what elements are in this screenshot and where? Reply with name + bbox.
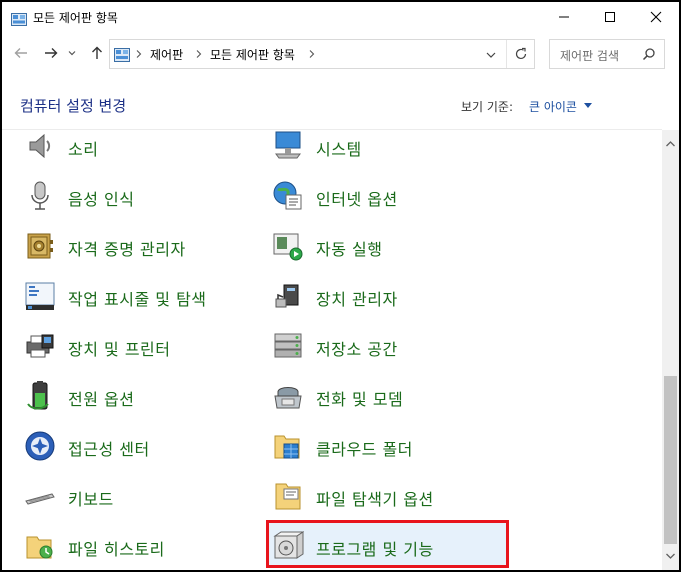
item-label[interactable]: 자격 증명 관리자: [68, 236, 186, 260]
page-title: 컴퓨터 설정 변경: [20, 97, 127, 115]
scroll-up-icon[interactable]: [662, 138, 679, 150]
speaker-icon: [24, 130, 56, 162]
item-label[interactable]: 저장소 공간: [316, 336, 398, 360]
item-label[interactable]: 자동 실행: [316, 236, 382, 260]
keyboard-icon: [24, 480, 56, 512]
item-label[interactable]: 전원 옵션: [68, 386, 134, 410]
item-label[interactable]: 프로그램 및 기능: [316, 536, 434, 560]
address-bar[interactable]: 제어판 모든 제어판 항목: [109, 39, 535, 69]
autoplay-icon: [272, 230, 304, 262]
forward-button[interactable]: [40, 42, 62, 64]
view-by-label: 보기 기준:: [461, 100, 514, 114]
control-panel-icon: [11, 11, 27, 26]
title-bar[interactable]: 모든 제어판 항목: [2, 2, 679, 32]
taskbar-icon: [24, 280, 56, 312]
breadcrumb-chevron-icon: [136, 50, 142, 58]
refresh-icon: [515, 47, 527, 60]
battery-icon: [24, 380, 56, 412]
back-arrow-icon: [14, 48, 27, 58]
minimize-icon: [559, 16, 569, 18]
close-icon: [650, 11, 662, 23]
up-button[interactable]: [86, 42, 108, 64]
item-device-manager[interactable]: 장치 관리자: [272, 276, 508, 316]
item-label[interactable]: 시스템: [316, 136, 362, 160]
item-taskbar-navigation[interactable]: 작업 표시줄 및 탐색: [24, 276, 254, 316]
item-autoplay[interactable]: 자동 실행: [272, 226, 508, 266]
search-icon[interactable]: [642, 47, 656, 61]
item-internet-options[interactable]: 인터넷 옵션: [272, 176, 508, 216]
maximize-button[interactable]: [587, 2, 633, 32]
minimize-button[interactable]: [541, 2, 587, 32]
item-programs-features[interactable]: 프로그램 및 기능: [272, 526, 508, 566]
item-label[interactable]: 작업 표시줄 및 탐색: [68, 286, 207, 310]
item-label[interactable]: 전화 및 모뎀: [316, 386, 403, 410]
item-label[interactable]: 클라우드 폴더: [316, 436, 413, 460]
item-label[interactable]: 접근성 센터: [68, 436, 150, 460]
item-system[interactable]: 시스템: [272, 130, 508, 166]
item-label[interactable]: 파일 탐색기 옵션: [316, 486, 434, 510]
folder-options-icon: [272, 480, 304, 512]
storage-spaces-icon: [272, 330, 304, 362]
address-dropdown-button[interactable]: [483, 47, 499, 63]
cloud-folder-icon: [272, 430, 304, 462]
search-box[interactable]: 제어판 검색: [549, 39, 665, 69]
breadcrumb-chevron-icon: [196, 50, 202, 58]
credential-vault-icon: [24, 230, 56, 262]
refresh-button[interactable]: [511, 45, 531, 63]
item-phone-modem[interactable]: 전화 및 모뎀: [272, 376, 508, 416]
item-sound[interactable]: 소리: [24, 130, 254, 166]
up-arrow-icon: [92, 46, 102, 59]
item-ease-of-access[interactable]: 접근성 센터: [24, 426, 254, 466]
file-history-icon: [24, 530, 56, 562]
view-by-dropdown[interactable]: 큰 아이콘: [529, 98, 577, 115]
maximize-icon: [605, 12, 615, 22]
control-panel-window: 모든 제어판 항목 제어판 모든 제어판 항목 제어판 검색 컴퓨터 설정 변경…: [2, 2, 679, 570]
item-devices-printers[interactable]: 장치 및 프린터: [24, 326, 254, 366]
chevron-down-icon: [486, 52, 496, 58]
divider: [506, 40, 507, 68]
item-label[interactable]: 장치 및 프린터: [68, 336, 171, 360]
breadcrumb-chevron-icon: [309, 50, 315, 58]
printer-icon: [24, 330, 56, 362]
breadcrumb-item[interactable]: 제어판: [150, 46, 183, 63]
close-button[interactable]: [633, 2, 679, 32]
scrollbar-thumb[interactable]: [664, 376, 677, 544]
item-label[interactable]: 키보드: [68, 486, 114, 510]
chevron-down-icon: [68, 51, 76, 56]
microphone-icon: [24, 180, 56, 212]
breadcrumb-item[interactable]: 모든 제어판 항목: [210, 46, 295, 63]
system-monitor-icon: [272, 130, 304, 162]
recent-locations-button[interactable]: [65, 42, 79, 64]
control-panel-icon: [114, 47, 130, 62]
item-label[interactable]: 소리: [68, 136, 98, 160]
item-power-options[interactable]: 전원 옵션: [24, 376, 254, 416]
item-storage-spaces[interactable]: 저장소 공간: [272, 326, 508, 366]
device-manager-icon: [272, 280, 304, 312]
back-button[interactable]: [10, 42, 32, 64]
phone-icon: [272, 380, 304, 412]
item-speech-recognition[interactable]: 음성 인식: [24, 176, 254, 216]
item-keyboard[interactable]: 키보드: [24, 476, 254, 516]
accessibility-icon: [24, 430, 56, 462]
item-label[interactable]: 음성 인식: [68, 186, 134, 210]
globe-icon: [272, 180, 304, 212]
scroll-down-icon[interactable]: [662, 550, 679, 562]
vertical-scrollbar[interactable]: [662, 130, 679, 570]
item-label[interactable]: 장치 관리자: [316, 286, 398, 310]
item-credential-manager[interactable]: 자격 증명 관리자: [24, 226, 254, 266]
item-cloud-folder[interactable]: 클라우드 폴더: [272, 426, 508, 466]
control-panel-items: 소리 음성 인식 자격 증명 관리자 작업 표시줄 및 탐색 장치 및 프린터: [2, 130, 662, 570]
programs-features-icon: [272, 530, 305, 562]
search-placeholder: 제어판 검색: [560, 49, 620, 63]
item-file-history[interactable]: 파일 히스토리: [24, 526, 254, 566]
forward-arrow-icon: [45, 48, 58, 58]
window-title: 모든 제어판 항목: [33, 11, 118, 25]
dropdown-arrow-icon[interactable]: [584, 103, 592, 108]
item-label[interactable]: 인터넷 옵션: [316, 186, 398, 210]
item-file-explorer-options[interactable]: 파일 탐색기 옵션: [272, 476, 508, 516]
item-label[interactable]: 파일 히스토리: [68, 536, 165, 560]
